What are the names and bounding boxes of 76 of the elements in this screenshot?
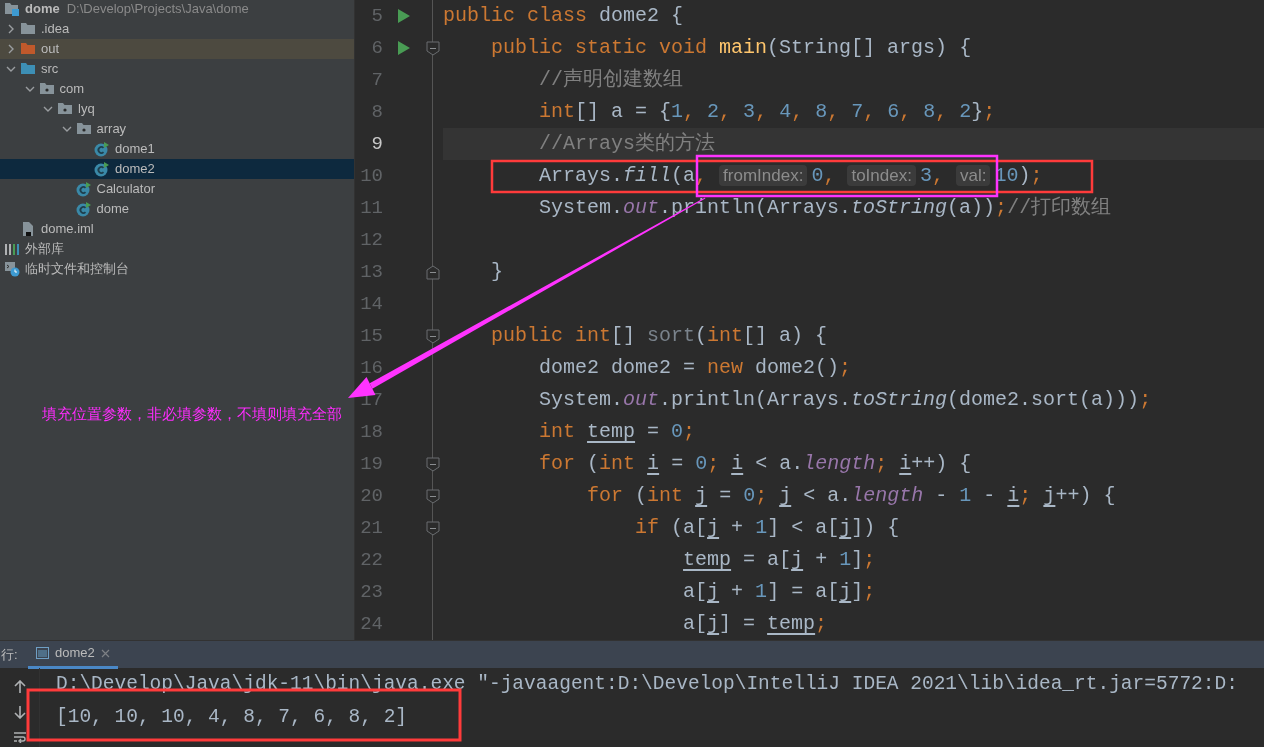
tree-item[interactable]: .idea — [0, 19, 354, 39]
line-number: 13 — [359, 259, 383, 285]
line-number: 10 — [359, 163, 383, 189]
folder-icon — [20, 41, 36, 57]
fold-icon[interactable] — [426, 488, 440, 504]
class-icon — [75, 181, 92, 197]
fold-icon[interactable] — [426, 456, 440, 472]
code-line: System.out.println(Arrays.toString(dome2.sort(a))); — [538, 387, 1153, 413]
file-icon — [20, 221, 36, 237]
annotation-text: 填充位置参数，非必填参数，不填则填充全部 — [42, 405, 342, 424]
folder-icon — [20, 21, 36, 37]
line-number: 11 — [359, 195, 383, 221]
tree-item[interactable]: out — [0, 39, 354, 59]
folder-icon — [20, 61, 36, 77]
panel-label: 行: — [0, 645, 19, 664]
tree-item[interactable]: dome.iml — [0, 219, 354, 239]
tree-item[interactable]: com — [0, 79, 354, 99]
tree-item[interactable]: dome2 — [0, 159, 354, 179]
line-number: 8 — [370, 99, 383, 125]
line-number: 15 — [359, 323, 383, 349]
code-line: for (int j = 0; j < a.length - 1 - i; j++) { — [586, 483, 1117, 509]
line-number: 23 — [359, 579, 383, 605]
line-number: 20 — [359, 483, 383, 509]
code-line: //声明创建数组 — [538, 67, 685, 93]
tree-item[interactable]: 外部库 — [0, 239, 354, 259]
run-icon[interactable] — [397, 8, 411, 24]
tree-item[interactable]: 临时文件和控制台 — [0, 259, 354, 279]
fold-icon[interactable] — [426, 328, 440, 344]
package-icon — [38, 81, 55, 97]
code-line: if (a[j + 1] < a[j]) { — [634, 515, 901, 541]
line-number: 24 — [359, 611, 383, 637]
code-line: dome2 dome2 = new dome2(); — [538, 355, 853, 381]
code-line: a[j + 1] = a[j]; — [682, 579, 877, 605]
line-number: 19 — [359, 451, 383, 477]
code-line: public class dome2 { — [443, 3, 685, 29]
close-icon[interactable] — [100, 648, 110, 658]
fold-icon[interactable] — [426, 264, 440, 280]
code-line: for (int i = 0; i < a.length; i++) { — [538, 451, 973, 477]
project-path: D:\Develop\Projects\Java\dome — [66, 0, 249, 19]
code-line: temp = a[j + 1]; — [682, 547, 877, 573]
tree-item[interactable]: dome1 — [0, 139, 354, 159]
fold-icon[interactable] — [426, 40, 440, 56]
fold-icon[interactable] — [426, 520, 440, 536]
tree-item[interactable]: dome — [0, 199, 354, 219]
module-icon — [4, 1, 20, 17]
class-icon — [94, 141, 110, 157]
tree-item[interactable]: dome D:\Develop\Projects\Java\dome — [0, 0, 354, 19]
code-line: int[] a = {1, 2, 3, 4, 8, 7, 6, 8, 2}; — [538, 99, 997, 125]
tree-item[interactable]: Calculator — [0, 179, 354, 199]
line-number: 18 — [359, 419, 383, 445]
console-output-line: [10, 10, 10, 4, 8, 7, 6, 8, 2] — [56, 705, 408, 730]
class-icon — [75, 201, 92, 217]
line-number: 14 — [359, 291, 383, 317]
line-number: 9 — [370, 131, 383, 157]
package-icon — [75, 121, 92, 137]
code-line: int temp = 0; — [538, 419, 697, 445]
console-icon — [36, 647, 49, 659]
package-icon — [57, 101, 73, 117]
line-number: 12 — [359, 227, 383, 253]
line-number: 7 — [370, 67, 383, 93]
class-icon — [94, 161, 110, 177]
line-number: 22 — [359, 547, 383, 573]
code-line: a[j] = temp; — [682, 611, 829, 637]
tree-item[interactable]: array — [0, 119, 354, 139]
code-line: } — [490, 259, 505, 285]
line-number: 16 — [359, 355, 383, 381]
code-line: public static void main(String[] args) { — [490, 35, 973, 61]
library-icon — [4, 241, 20, 257]
tree-item[interactable]: lyq — [0, 99, 354, 119]
line-number: 5 — [370, 3, 383, 29]
clock-icon — [4, 261, 20, 277]
line-number: 21 — [359, 515, 383, 541]
tree-item[interactable]: src — [0, 59, 354, 79]
line-number: 6 — [370, 35, 383, 61]
code-line: public int[] sort(int[] a) { — [490, 323, 829, 349]
run-icon[interactable] — [397, 40, 411, 56]
